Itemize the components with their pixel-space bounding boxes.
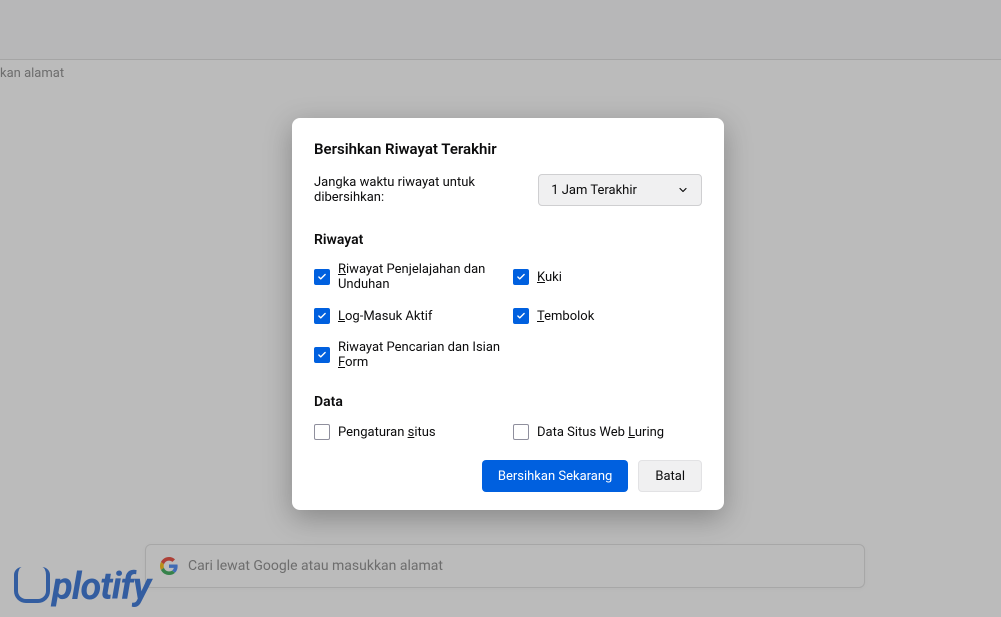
check-label: Riwayat Penjelajahan dan Unduhan: [338, 262, 503, 292]
checkbox[interactable]: [314, 347, 330, 363]
check-label: Pengaturan situs: [338, 425, 436, 440]
check-site-settings[interactable]: Pengaturan situs: [314, 424, 503, 440]
section-data-title: Data: [314, 394, 702, 410]
check-label: Tembolok: [537, 309, 594, 324]
check-label: Kuki: [537, 270, 562, 285]
time-range-label: Jangka waktu riwayat untuk dibersihkan:: [314, 175, 538, 205]
dialog-button-row: Bersihkan Sekarang Batal: [314, 460, 702, 492]
check-form-history[interactable]: Riwayat Pencarian dan Isian Form: [314, 340, 503, 370]
time-range-row: Jangka waktu riwayat untuk dibersihkan: …: [314, 174, 702, 206]
check-offline-data[interactable]: Data Situs Web Luring: [513, 424, 702, 440]
cancel-button[interactable]: Batal: [638, 460, 702, 492]
chevron-down-icon: [677, 184, 689, 196]
checkbox[interactable]: [513, 308, 529, 324]
check-cache[interactable]: Tembolok: [513, 308, 702, 324]
check-label: Riwayat Pencarian dan Isian Form: [338, 340, 503, 370]
clear-now-button[interactable]: Bersihkan Sekarang: [482, 460, 628, 492]
section-history-title: Riwayat: [314, 232, 702, 248]
check-label: Log-Masuk Aktif: [338, 309, 432, 324]
check-label: Data Situs Web Luring: [537, 425, 664, 440]
dialog-title: Bersihkan Riwayat Terakhir: [314, 140, 702, 158]
check-cookies[interactable]: Kuki: [513, 262, 702, 292]
check-browsing-history[interactable]: Riwayat Penjelajahan dan Unduhan: [314, 262, 503, 292]
clear-history-dialog: Bersihkan Riwayat Terakhir Jangka waktu …: [292, 118, 724, 510]
check-active-logins[interactable]: Log-Masuk Aktif: [314, 308, 503, 324]
data-options-grid: Pengaturan situs Data Situs Web Luring: [314, 424, 702, 440]
checkbox[interactable]: [513, 424, 529, 440]
checkbox[interactable]: [314, 308, 330, 324]
time-range-value: 1 Jam Terakhir: [551, 183, 637, 198]
checkbox[interactable]: [314, 424, 330, 440]
checkbox[interactable]: [513, 269, 529, 285]
time-range-select[interactable]: 1 Jam Terakhir: [538, 174, 702, 206]
checkbox[interactable]: [314, 269, 330, 285]
history-options-grid: Riwayat Penjelajahan dan Unduhan Kuki Lo…: [314, 262, 702, 370]
